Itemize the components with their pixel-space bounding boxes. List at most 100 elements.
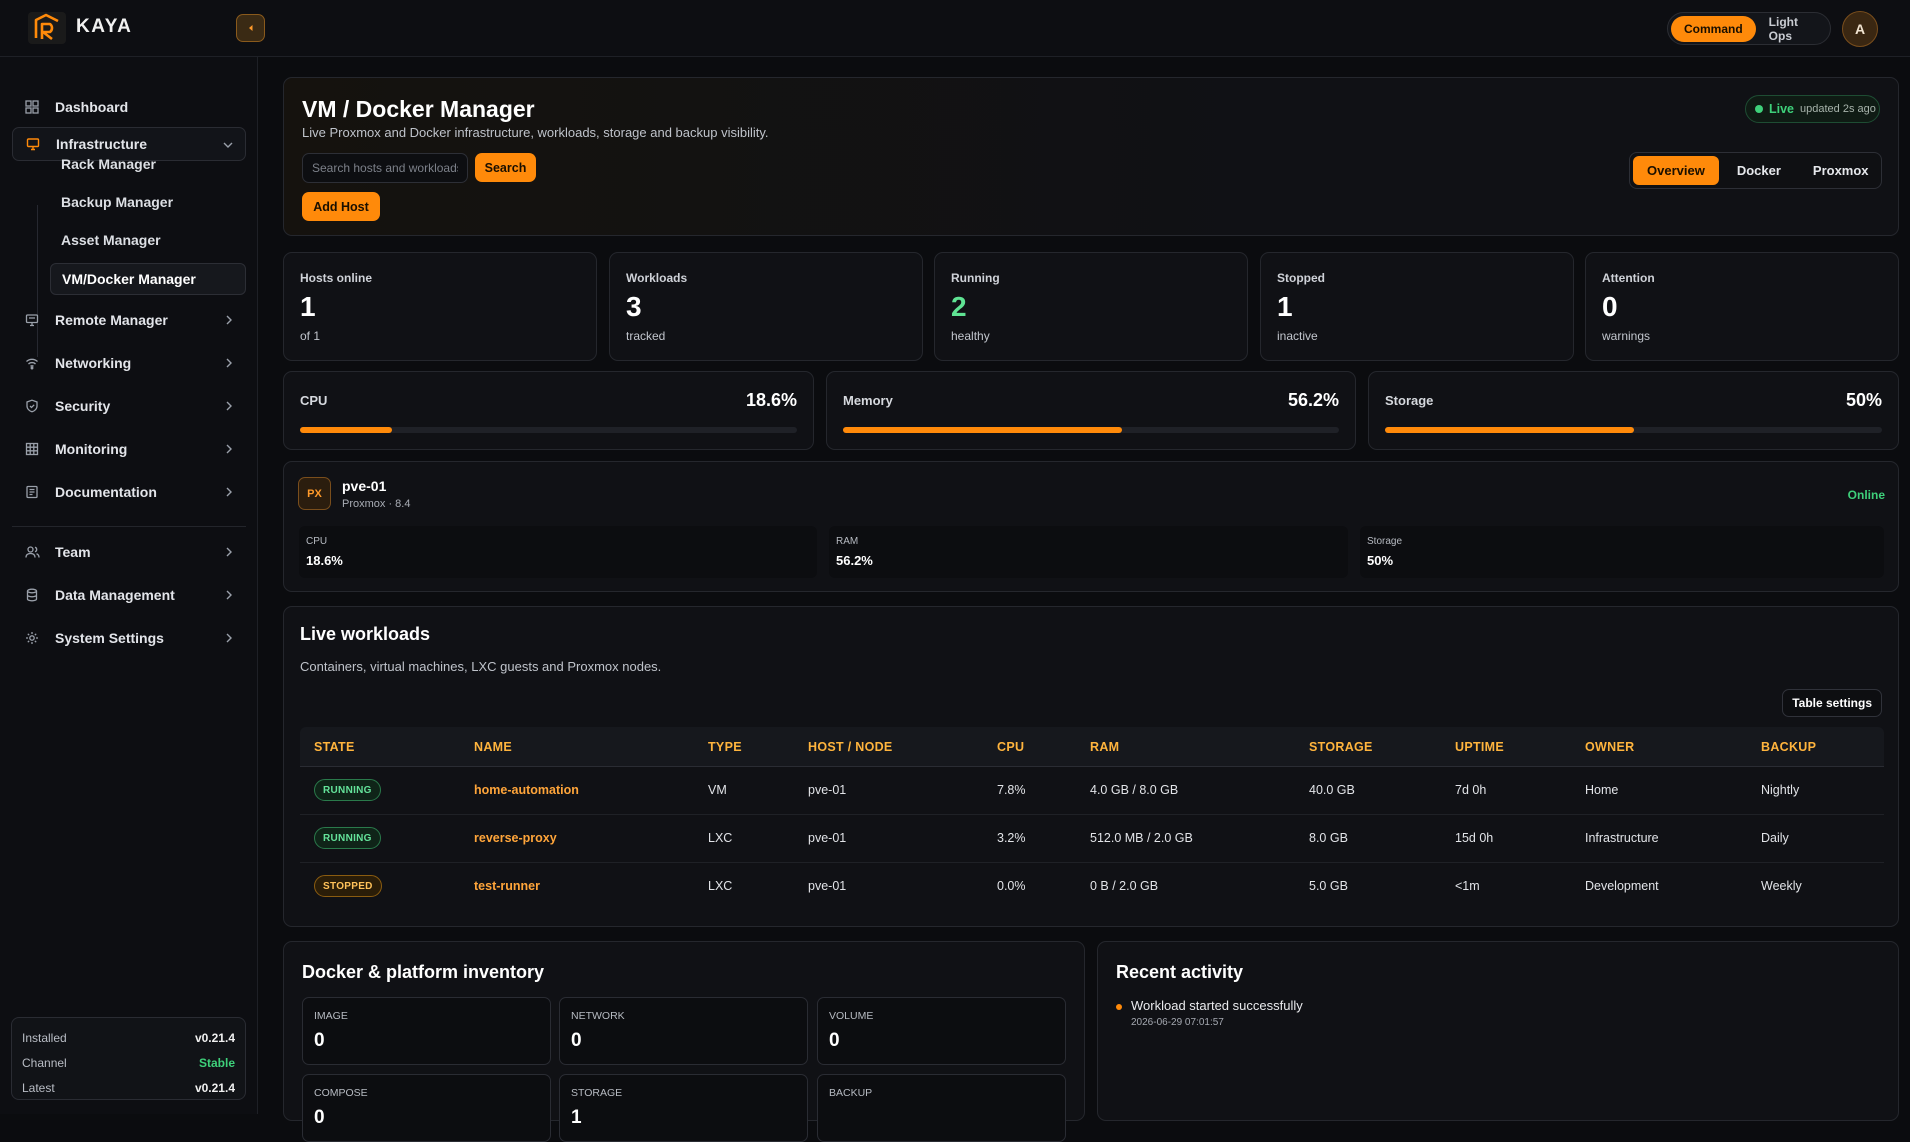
cell-backup: Daily	[1761, 831, 1789, 845]
kaya-logo-icon[interactable]	[28, 12, 66, 44]
column-header[interactable]: UPTIME	[1455, 740, 1504, 754]
host-card[interactable]: PX pve-01 Proxmox · 8.4 Online CPU 18.6%…	[283, 461, 1899, 592]
cell-host: pve-01	[808, 783, 847, 797]
column-header[interactable]: RAM	[1090, 740, 1119, 754]
stat-sub: inactive	[1277, 329, 1318, 343]
cell-cpu: 0.0%	[997, 879, 1026, 893]
host-metric-label: Storage	[1367, 536, 1403, 547]
cell-owner: Development	[1585, 879, 1659, 893]
sidebar-item-system-settings[interactable]: System Settings	[12, 621, 246, 655]
cell-storage: 8.0 GB	[1309, 831, 1348, 845]
cell-ram: 0 B / 2.0 GB	[1090, 879, 1159, 893]
tab-overview[interactable]: Overview	[1633, 156, 1719, 185]
column-header[interactable]: STATE	[314, 740, 355, 754]
stat-sub: of 1	[300, 329, 321, 343]
inventory-card-image: IMAGE 0	[302, 997, 551, 1065]
sidebar-item-team[interactable]: Team	[12, 535, 246, 569]
state-badge: STOPPED	[314, 875, 382, 897]
cell-backup: Nightly	[1761, 783, 1800, 797]
collapse-sidebar-button[interactable]	[236, 14, 265, 42]
stat-sub: warnings	[1602, 329, 1651, 343]
shield-icon	[24, 398, 40, 414]
chevron-right-icon	[222, 313, 236, 327]
table-row[interactable]: RUNNING home-automation VM pve-01 7.8% 4…	[300, 767, 1884, 815]
host-metric-label: RAM	[836, 536, 859, 547]
cell-uptime: 15d 0h	[1455, 831, 1494, 845]
view-tabs: Overview Docker Proxmox	[1629, 152, 1882, 189]
tab-proxmox[interactable]: Proxmox	[1799, 156, 1883, 185]
column-header[interactable]: HOST / NODE	[808, 740, 893, 754]
search-input[interactable]	[302, 153, 468, 183]
stat-label: Stopped	[1277, 271, 1325, 285]
host-metric-value: 56.2%	[836, 553, 873, 568]
stat-value: 1	[1277, 291, 1293, 322]
inventory-card-storage: STORAGE 1	[559, 1074, 808, 1142]
wifi-icon	[24, 355, 40, 371]
brand-name: KAYA	[76, 16, 133, 37]
host-metric-storage: Storage 50%	[1360, 526, 1884, 578]
inventory-value: 0	[571, 1030, 582, 1051]
sidebar-item-monitoring[interactable]: Monitoring	[12, 432, 246, 466]
mode-command-button[interactable]: Command	[1671, 15, 1756, 42]
sidebar: Dashboard Infrastructure Rack Manager Ba…	[0, 57, 258, 1114]
sidebar-item-documentation[interactable]: Documentation	[12, 475, 246, 509]
host-metric-value: 18.6%	[306, 553, 343, 568]
database-icon	[24, 587, 40, 603]
state-badge: RUNNING	[314, 827, 381, 849]
user-avatar[interactable]: A	[1842, 11, 1878, 47]
proxmox-badge-icon: PX	[298, 477, 331, 510]
sidebar-item-label: System Settings	[55, 630, 164, 646]
sidebar-item-label: Team	[55, 544, 91, 560]
workload-name-link[interactable]: home-automation	[474, 783, 579, 797]
column-header[interactable]: CPU	[997, 740, 1024, 754]
chevron-right-icon	[222, 399, 236, 413]
section-title: Docker & platform inventory	[302, 962, 545, 982]
inventory-label: IMAGE	[314, 1010, 348, 1022]
sidebar-item-networking[interactable]: Networking	[12, 346, 246, 380]
sidebar-item-security[interactable]: Security	[12, 389, 246, 423]
add-host-button[interactable]: Add Host	[302, 192, 380, 221]
chevron-right-icon	[222, 588, 236, 602]
column-header[interactable]: BACKUP	[1761, 740, 1816, 754]
sidebar-subitem-asset-manager[interactable]: Asset Manager	[50, 224, 246, 256]
sidebar-item-remote-manager[interactable]: Remote Manager	[12, 303, 246, 337]
stat-value: 2	[951, 291, 967, 322]
sidebar-divider	[12, 526, 246, 527]
meter-label: Storage	[1385, 393, 1434, 408]
users-icon	[24, 544, 40, 560]
top-bar: KAYA Command Light Ops A	[0, 0, 1910, 57]
workload-name-link[interactable]: reverse-proxy	[474, 831, 557, 845]
sidebar-subitem-rack-manager[interactable]: Rack Manager	[50, 148, 246, 180]
table-settings-button[interactable]: Table settings	[1782, 689, 1882, 717]
caret-left-icon	[248, 25, 252, 31]
cell-cpu: 7.8%	[997, 783, 1026, 797]
column-header[interactable]: NAME	[474, 740, 512, 754]
hero-panel: VM / Docker Manager Live Proxmox and Doc…	[283, 77, 1899, 236]
cell-backup: Weekly	[1761, 879, 1802, 893]
sidebar-subitem-backup-manager[interactable]: Backup Manager	[50, 186, 246, 218]
live-status-badge: Live updated 2s ago	[1745, 95, 1880, 123]
column-header[interactable]: STORAGE	[1309, 740, 1373, 754]
meter-cpu: CPU 18.6%	[283, 371, 814, 450]
host-metric-value: 50%	[1367, 553, 1394, 568]
sidebar-item-data-management[interactable]: Data Management	[12, 578, 246, 612]
table-row[interactable]: RUNNING reverse-proxy LXC pve-01 3.2% 51…	[300, 815, 1884, 863]
workloads-table: STATE NAME TYPE HOST / NODE CPU RAM STOR…	[300, 727, 1884, 911]
table-row[interactable]: STOPPED test-runner LXC pve-01 0.0% 0 B …	[300, 863, 1884, 911]
column-header[interactable]: TYPE	[708, 740, 742, 754]
sidebar-item-label: Dashboard	[55, 99, 129, 115]
column-header[interactable]: OWNER	[1585, 740, 1634, 754]
workload-name-link[interactable]: test-runner	[474, 879, 540, 893]
search-button[interactable]: Search	[475, 153, 536, 182]
tab-docker[interactable]: Docker	[1723, 156, 1795, 185]
meter-label: CPU	[300, 393, 328, 408]
version-info: Installed v0.21.4 Channel Stable Latest v0.…	[11, 1017, 246, 1100]
stat-label: Attention	[1602, 271, 1655, 285]
mode-light-ops-button[interactable]: Light Ops	[1756, 15, 1827, 43]
sidebar-subitem-vm-docker-manager[interactable]: VM/Docker Manager	[50, 263, 246, 295]
sidebar-item-label: Remote Manager	[55, 312, 168, 328]
state-badge: RUNNING	[314, 779, 381, 801]
sidebar-item-dashboard[interactable]: Dashboard	[12, 90, 246, 124]
stat-sub: tracked	[626, 329, 666, 343]
inventory-card-network: NETWORK 0	[559, 997, 808, 1065]
